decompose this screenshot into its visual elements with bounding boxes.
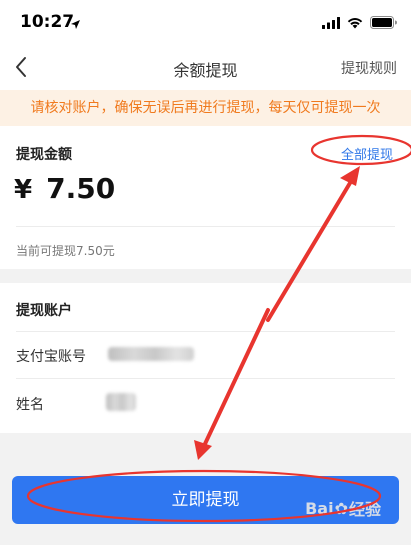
battery-icon (370, 14, 397, 33)
divider (16, 378, 395, 379)
status-indicators (322, 14, 397, 33)
account-card: 提现账户 支付宝账号 姓名 (0, 283, 411, 433)
amount-label: 提现金额 (16, 147, 72, 163)
amount-value: 7.50 (46, 172, 116, 205)
location-arrow-icon (70, 15, 81, 34)
nav-bar: 余额提现 提现规则 (0, 44, 411, 90)
currency-symbol: ¥ (14, 175, 33, 205)
withdraw-all-button[interactable]: 全部提现 (341, 144, 393, 163)
watermark-text-a: Bai (305, 498, 334, 518)
divider (16, 226, 395, 227)
notice-banner: 请核对账户，确保无误后再进行提现，每天仅可提现一次 (0, 90, 411, 126)
name-value-redacted (106, 393, 136, 411)
annotation-arrowhead-down (194, 440, 212, 460)
withdraw-rules-link[interactable]: 提现规则 (341, 58, 397, 78)
name-label: 姓名 (16, 397, 44, 413)
signal-icon (322, 14, 340, 33)
divider (16, 331, 395, 332)
status-bar: 10:27 (0, 0, 411, 44)
amount-input[interactable]: ¥ 7.50 (14, 172, 115, 205)
alipay-account-value-redacted (108, 347, 194, 361)
paw-icon: ✿ (334, 498, 348, 518)
wifi-icon (347, 14, 363, 33)
status-time: 10:27 (20, 12, 75, 32)
watermark-text-b: 经验 (348, 500, 381, 519)
amount-card: 提现金额 全部提现 ¥ 7.50 当前可提现7.50元 (0, 126, 411, 269)
account-title: 提现账户 (16, 303, 72, 319)
available-balance: 当前可提现7.50元 (16, 244, 115, 258)
alipay-account-label: 支付宝账号 (16, 349, 86, 365)
baidu-watermark: Bai ✿ 经验 (305, 496, 381, 520)
